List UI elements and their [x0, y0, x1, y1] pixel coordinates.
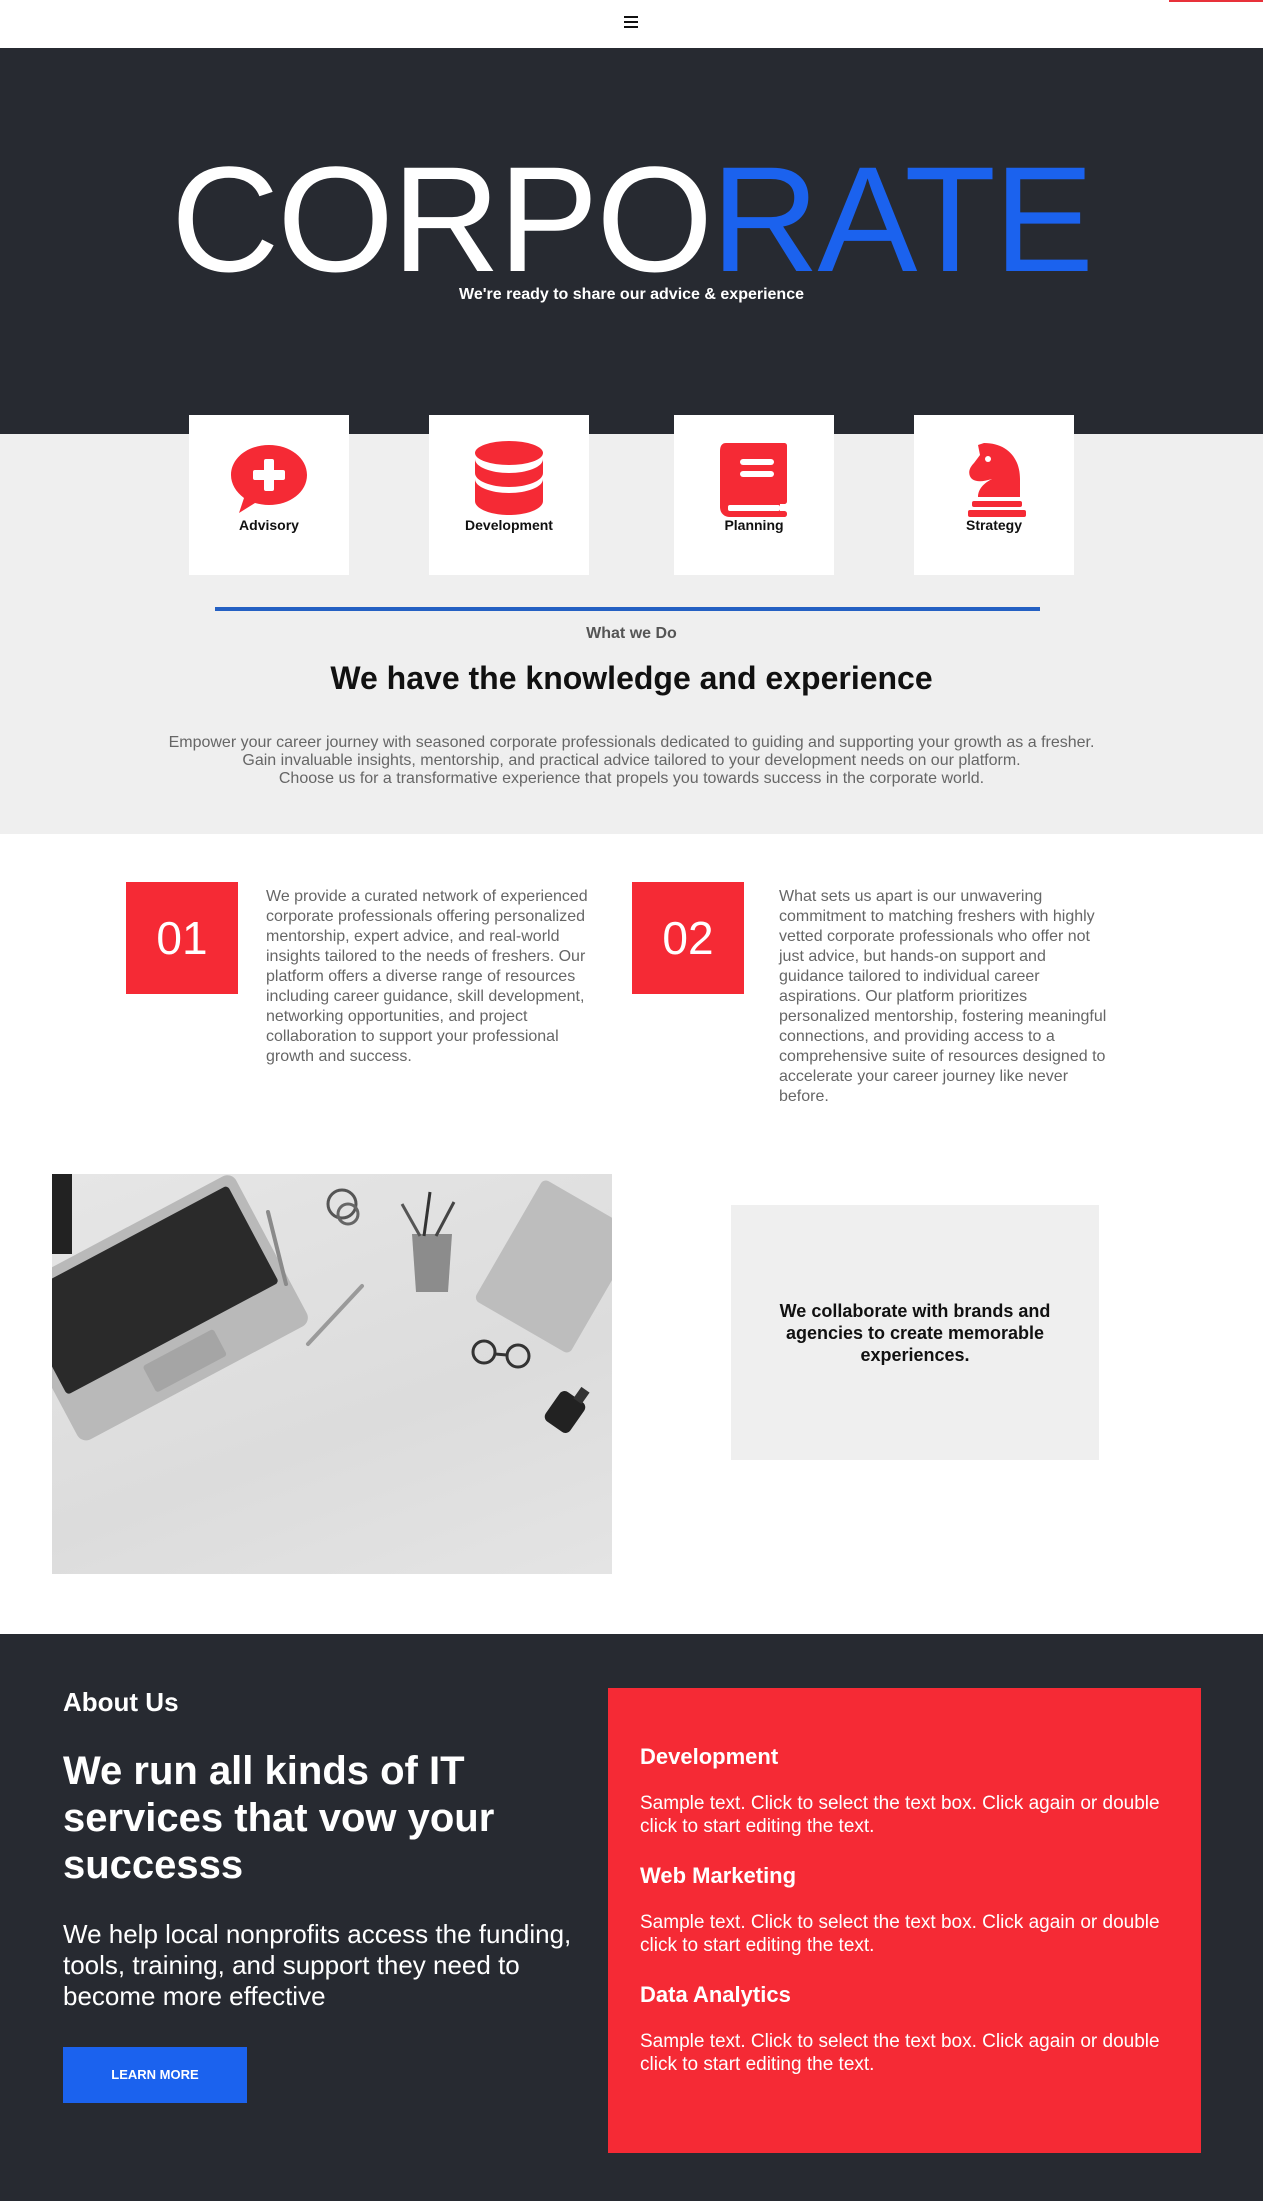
- service-card-label: Planning: [724, 517, 784, 533]
- hero-title-part1: CORPO: [171, 135, 713, 303]
- section-heading: We have the knowledge and experience: [330, 660, 933, 696]
- service-card-label: Development: [465, 517, 553, 533]
- service-card-planning[interactable]: Planning: [674, 415, 834, 575]
- about-label: About Us: [63, 1687, 179, 1717]
- database-icon: [475, 441, 543, 515]
- top-navigation-bar: [0, 0, 1263, 48]
- collaborate-card: We collaborate with brands and agencies …: [731, 1205, 1099, 1460]
- section-divider: [215, 607, 1040, 611]
- feature-number-badge: 02: [632, 882, 744, 994]
- book-icon: [720, 443, 787, 517]
- about-heading: We run all kinds of IT services that vow…: [63, 1749, 495, 1887]
- service-title: Development: [640, 1744, 779, 1769]
- intro-line: Gain invaluable insights, mentorship, an…: [242, 752, 1021, 769]
- about-body: We help local nonprofits access the fund…: [63, 1919, 572, 2011]
- service-text[interactable]: Sample text. Click to select the text bo…: [640, 1911, 1180, 1957]
- service-title: Web Marketing: [640, 1863, 797, 1888]
- service-card-development[interactable]: Development: [429, 415, 589, 575]
- speech-bubble-plus-icon: [231, 445, 307, 513]
- hero-title-part2: RATE: [711, 135, 1094, 303]
- chess-knight-icon: [968, 443, 1026, 517]
- service-text[interactable]: Sample text. Click to select the text bo…: [640, 1792, 1180, 1838]
- service-card-strategy[interactable]: Strategy: [914, 415, 1074, 575]
- feature-text: What sets us apart is our unwavering com…: [779, 888, 1107, 1105]
- intro-line: Choose us for a transformative experienc…: [278, 770, 985, 787]
- hero-title: CORPORATE: [0, 144, 1263, 294]
- workspace-photo: [52, 1174, 612, 1574]
- hero-subtitle: We're ready to share our advice & experi…: [459, 286, 804, 303]
- service-card-advisory[interactable]: Advisory: [189, 415, 349, 575]
- service-card-label: Advisory: [239, 517, 299, 533]
- service-text[interactable]: Sample text. Click to select the text bo…: [640, 2030, 1180, 2076]
- service-title: Data Analytics: [640, 1982, 791, 2007]
- intro-line: Empower your career journey with seasone…: [168, 734, 1095, 751]
- feature-number-badge: 01: [126, 882, 238, 994]
- section-intro: Empower your career journey with seasone…: [0, 734, 1263, 788]
- collaborate-text: We collaborate with brands and agencies …: [779, 1301, 1051, 1365]
- service-card-label: Strategy: [965, 517, 1023, 533]
- learn-more-button[interactable]: LEARN MORE: [63, 2047, 247, 2103]
- hero-section: CORPORATE We're ready to share our advic…: [0, 48, 1263, 434]
- services-panel: Development Sample text. Click to select…: [608, 1688, 1201, 2153]
- hamburger-menu-icon[interactable]: [624, 16, 638, 30]
- feature-text: We provide a curated network of experien…: [266, 888, 588, 1065]
- section-kicker: What we Do: [586, 625, 677, 642]
- top-accent-line: [1169, 0, 1263, 2]
